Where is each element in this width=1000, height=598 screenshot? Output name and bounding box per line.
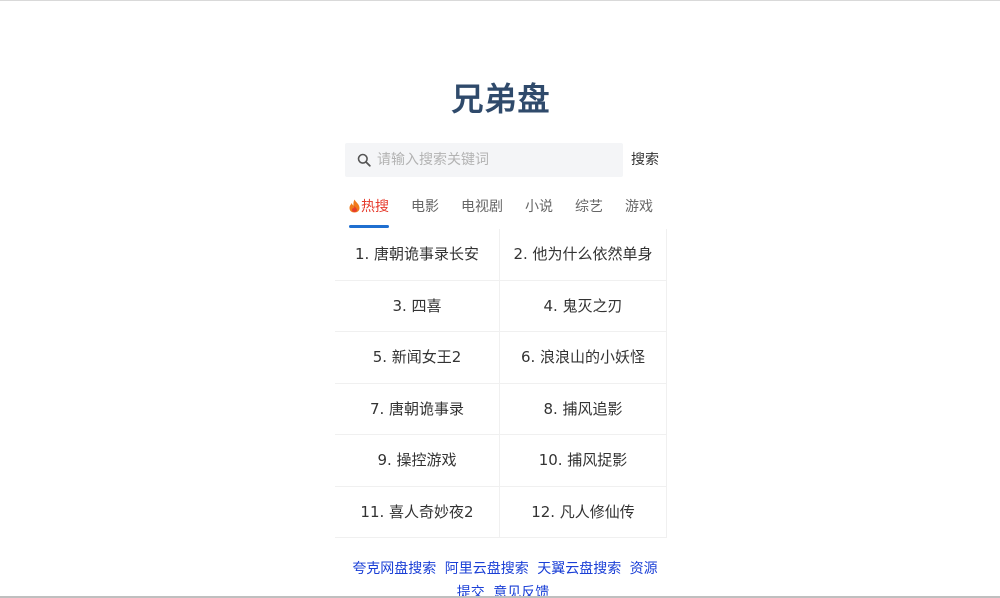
- search-box: [345, 143, 623, 177]
- hot-item[interactable]: 9. 操控游戏: [335, 435, 500, 487]
- hot-item[interactable]: 8. 捕风追影: [500, 383, 667, 435]
- search-button[interactable]: 搜索: [627, 143, 663, 177]
- hot-item[interactable]: 3. 四喜: [335, 280, 500, 332]
- hot-item[interactable]: 2. 他为什么依然单身: [500, 229, 667, 281]
- tab-movie[interactable]: 电影: [411, 190, 439, 226]
- hot-item[interactable]: 12. 凡人修仙传: [500, 486, 667, 538]
- tab-hot-label: 热搜: [361, 199, 389, 215]
- hot-item[interactable]: 11. 喜人奇妙夜2: [335, 486, 500, 538]
- site-title: 兄弟盘: [451, 80, 551, 118]
- tab-novel[interactable]: 小说: [525, 190, 553, 226]
- hot-search-list: 1. 唐朝诡事录长安 2. 他为什么依然单身 3. 四喜 4. 鬼灭之刃 5. …: [335, 229, 667, 538]
- hot-item[interactable]: 7. 唐朝诡事录: [335, 383, 500, 435]
- footer-link-quark[interactable]: 夸克网盘搜索: [352, 561, 436, 577]
- search-input[interactable]: [377, 145, 607, 175]
- tab-variety[interactable]: 综艺: [575, 190, 603, 226]
- fire-icon: [349, 192, 360, 213]
- tab-tv-series[interactable]: 电视剧: [461, 190, 503, 226]
- top-divider: [0, 0, 1000, 1]
- footer-link-aliyun[interactable]: 阿里云盘搜索: [445, 561, 529, 577]
- tab-hot[interactable]: 热搜: [349, 190, 389, 228]
- hot-item[interactable]: 1. 唐朝诡事录长安: [335, 229, 500, 281]
- footer-link-tianyi[interactable]: 天翼云盘搜索: [537, 561, 621, 577]
- hot-item[interactable]: 4. 鬼灭之刃: [500, 280, 667, 332]
- footer-links: 夸克网盘搜索 阿里云盘搜索 天翼云盘搜索 资源提交 意见反馈: [345, 557, 663, 598]
- search-icon: [357, 153, 371, 167]
- hot-item[interactable]: 10. 捕风捉影: [500, 435, 667, 487]
- tab-game[interactable]: 游戏: [625, 190, 653, 226]
- category-tabs: 热搜 电影 电视剧 小说 综艺 游戏: [335, 190, 667, 228]
- hot-item[interactable]: 5. 新闻女王2: [335, 332, 500, 384]
- hot-item[interactable]: 6. 浪浪山的小妖怪: [500, 332, 667, 384]
